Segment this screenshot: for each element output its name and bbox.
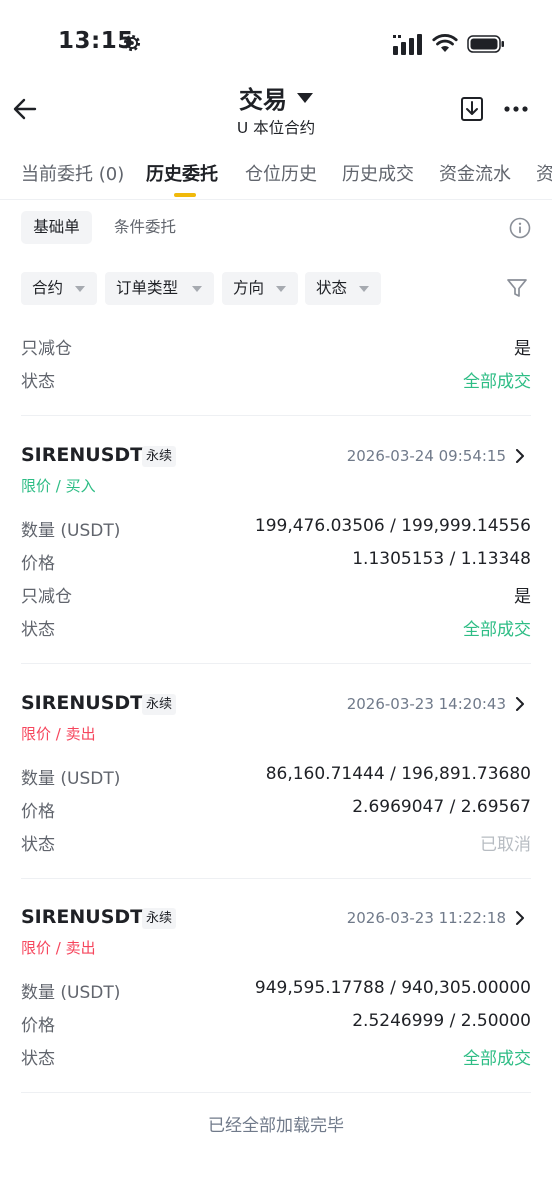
caret-down-icon: [297, 92, 313, 103]
tab-trade-history[interactable]: 历史成交: [342, 160, 414, 186]
price-value: 2.6969047 / 2.69567: [352, 797, 531, 817]
divider: [21, 415, 531, 416]
order-type: 限价 / 卖出: [21, 939, 96, 957]
partial-status-label: 状态: [21, 372, 55, 392]
chevron-right-icon[interactable]: [515, 911, 525, 925]
price-label: 价格: [21, 1016, 55, 1036]
page-title: 交易: [239, 86, 287, 114]
filter-order-type[interactable]: 订单类型: [105, 272, 214, 305]
filter-funnel-icon[interactable]: [506, 277, 528, 299]
status-value: 已取消: [480, 835, 531, 855]
divider: [21, 878, 531, 879]
subtab-conditional[interactable]: 条件委托: [114, 211, 176, 244]
tab-position-history[interactable]: 仓位历史: [245, 160, 317, 186]
tab-overflow[interactable]: 资: [536, 160, 552, 186]
active-tab-indicator: [174, 193, 196, 197]
divider: [21, 663, 531, 664]
partial-status-value: 全部成交: [463, 372, 531, 392]
filter-direction-label: 方向: [233, 279, 265, 297]
order-symbol: SIRENUSDT: [21, 906, 144, 928]
status-value: 全部成交: [463, 1049, 531, 1069]
partial-reduce-only-value: 是: [514, 339, 531, 359]
subtab-basic[interactable]: 基础单: [21, 211, 92, 244]
order-time: 2026-03-23 11:22:18: [346, 909, 506, 927]
status-label: 状态: [21, 1049, 55, 1069]
perpetual-badge: 永续: [142, 446, 177, 467]
reduce-only-label: 只减仓: [21, 587, 72, 607]
order-type: 限价 / 卖出: [21, 725, 96, 743]
quantity-value: 949,595.17788 / 940,305.00000: [254, 978, 531, 998]
divider: [0, 199, 552, 200]
filter-direction[interactable]: 方向: [222, 272, 298, 305]
price-label: 价格: [21, 802, 55, 822]
status-label: 状态: [21, 620, 55, 640]
tab-open-orders[interactable]: 当前委托 (0): [21, 160, 124, 186]
battery-icon: [467, 35, 504, 53]
gear-icon: [123, 34, 141, 52]
divider: [21, 1092, 531, 1093]
quantity-label: 数量 (USDT): [21, 769, 121, 789]
chevron-right-icon[interactable]: [515, 449, 525, 463]
tab-order-history[interactable]: 历史委托: [146, 160, 218, 186]
filter-order-type-label: 订单类型: [116, 279, 179, 297]
order-list[interactable]: 只减仓 是 状态 全部成交 SIRENUSDT 永续 2026-03-24 09…: [0, 318, 552, 1200]
filter-status[interactable]: 状态: [305, 272, 381, 305]
price-value: 2.5246999 / 2.50000: [352, 1011, 531, 1031]
status-bar: 13:15: [0, 0, 552, 90]
quantity-label: 数量 (USDT): [21, 521, 121, 541]
tab-transaction-history[interactable]: 资金流水: [439, 160, 511, 186]
order-symbol: SIRENUSDT: [21, 444, 144, 466]
order-time: 2026-03-24 09:54:15: [346, 447, 506, 465]
quantity-value: 86,160.71444 / 196,891.73680: [265, 764, 531, 784]
dropdown-arrow-icon: [359, 286, 369, 292]
dropdown-arrow-icon: [192, 286, 202, 292]
reduce-only-value: 是: [514, 587, 531, 607]
order-type: 限价 / 买入: [21, 477, 96, 495]
wifi-icon: [432, 34, 458, 52]
perpetual-badge: 永续: [142, 908, 177, 929]
status-label: 状态: [21, 835, 55, 855]
quantity-label: 数量 (USDT): [21, 983, 121, 1003]
dropdown-arrow-icon: [75, 286, 85, 292]
filter-contract-label: 合约: [32, 279, 64, 297]
load-complete-text: 已经全部加载完毕: [208, 1116, 344, 1136]
download-icon[interactable]: [460, 96, 484, 122]
quantity-value: 199,476.03506 / 199,999.14556: [254, 516, 531, 536]
order-symbol: SIRENUSDT: [21, 692, 144, 714]
info-icon[interactable]: [509, 217, 531, 239]
filter-contract[interactable]: 合约: [21, 272, 97, 305]
price-label: 价格: [21, 554, 55, 574]
status-value: 全部成交: [463, 620, 531, 640]
more-icon[interactable]: [503, 100, 529, 118]
dropdown-arrow-icon: [276, 286, 286, 292]
perpetual-badge: 永续: [142, 694, 177, 715]
partial-reduce-only-label: 只减仓: [21, 339, 72, 359]
chevron-right-icon[interactable]: [515, 697, 525, 711]
filter-status-label: 状态: [316, 279, 348, 297]
order-time: 2026-03-23 14:20:43: [346, 695, 506, 713]
cellular-signal-icon: [393, 34, 422, 55]
app-screen: 13:15 交易 U 本位合约 当前委托 (0) 历史委托 仓位历史 历史成交 …: [0, 0, 552, 1200]
price-value: 1.1305153 / 1.13348: [352, 549, 531, 569]
